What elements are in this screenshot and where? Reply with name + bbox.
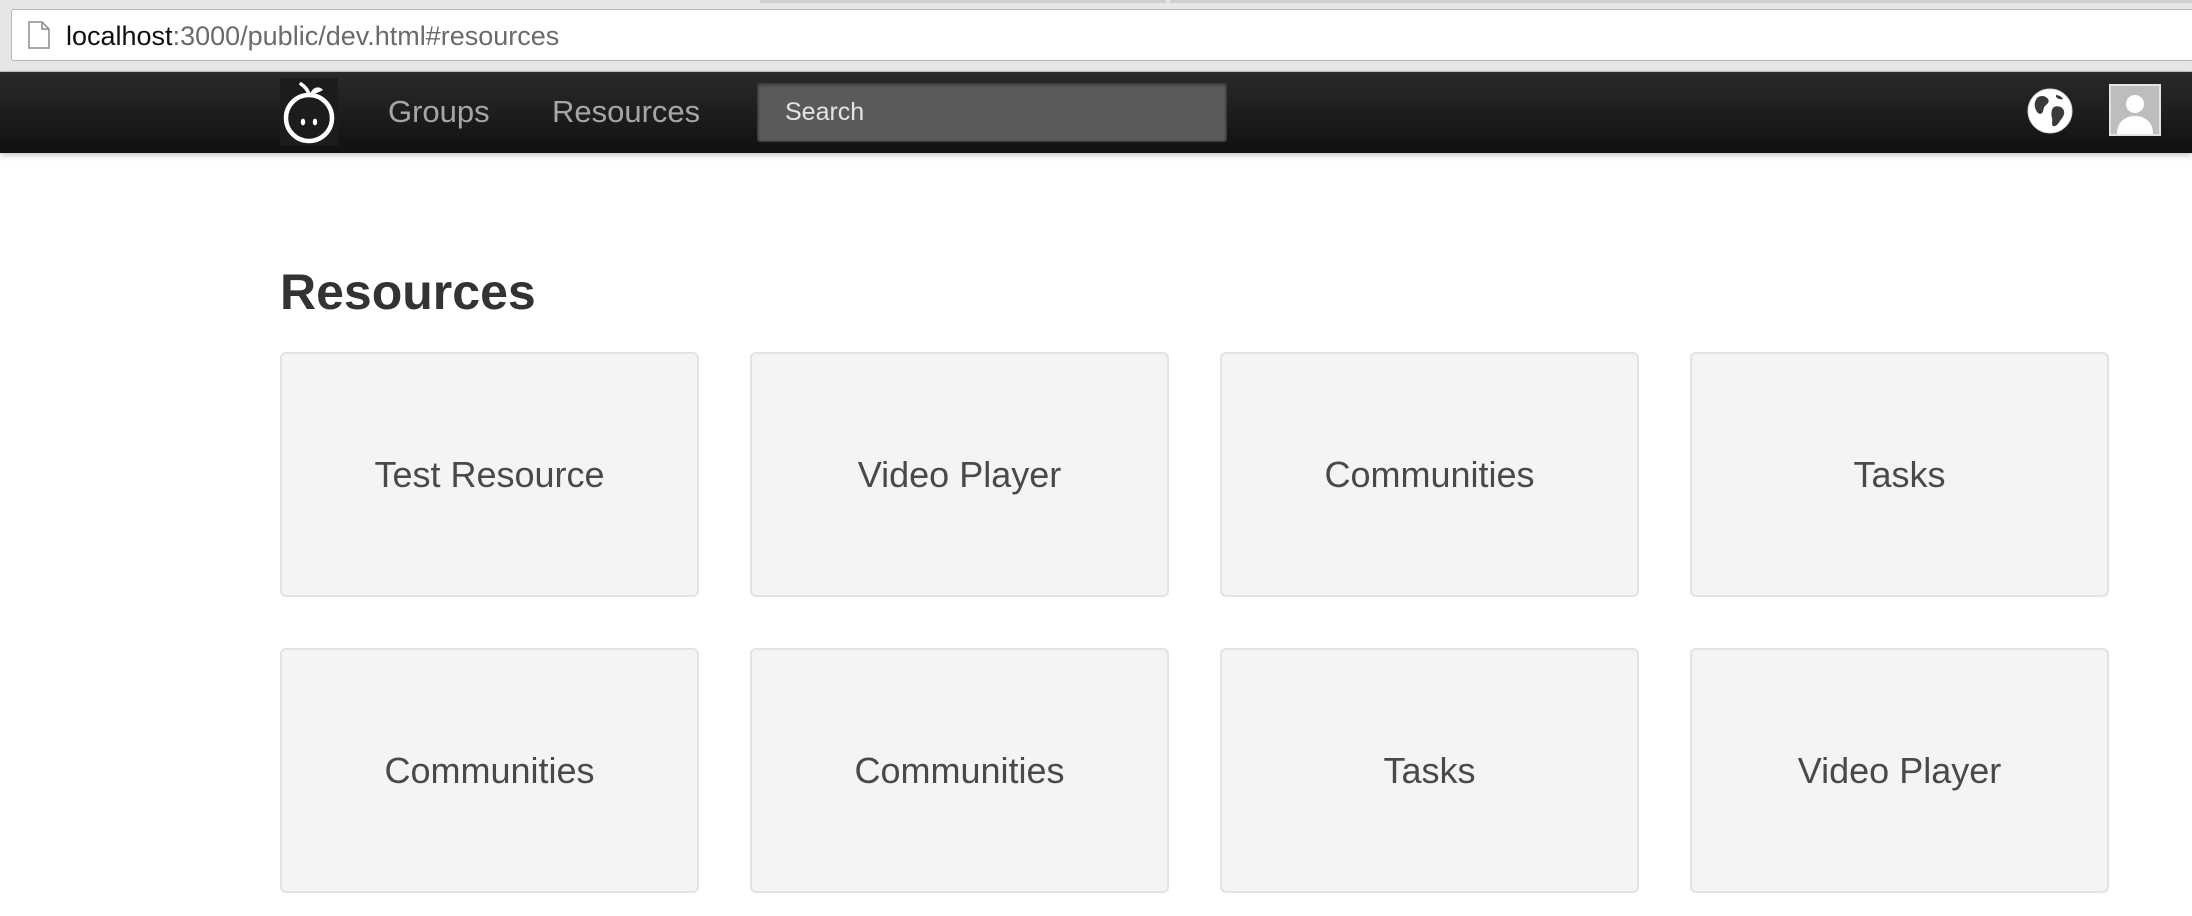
resource-card[interactable]: Communities [280,648,699,893]
top-navbar: Groups Resources [0,72,2192,153]
url-text[interactable]: localhost:3000/public/dev.html#resources [66,20,559,52]
address-bar[interactable]: localhost:3000/public/dev.html#resources [11,9,2192,61]
resource-card[interactable]: Tasks [1220,648,1639,893]
resource-card-label: Video Player [857,453,1062,495]
tab-edge [760,0,1166,3]
resource-card-label: Test Resource [374,453,605,495]
nav-link-groups[interactable]: Groups [388,94,490,130]
resource-card-label: Communities [384,749,595,791]
resource-card-label: Communities [854,749,1065,791]
url-host: localhost [66,21,173,51]
resource-card[interactable]: Tasks [1690,352,2109,597]
resource-card[interactable]: Communities [1220,352,1639,597]
nav-link-resources[interactable]: Resources [552,94,700,130]
resource-card-label: Tasks [1383,749,1476,791]
document-icon [28,21,50,49]
resource-card-label: Tasks [1853,453,1946,495]
page-title: Resources [280,264,536,320]
user-avatar-icon[interactable] [2109,84,2161,136]
globe-icon[interactable] [2026,87,2074,135]
url-path: :3000/public/dev.html#resources [172,21,560,51]
resource-card[interactable]: Test Resource [280,352,699,597]
apple-face-logo-icon [283,82,335,144]
resource-card-label: Communities [1324,453,1535,495]
tab-edge [1170,0,2192,3]
resource-card[interactable]: Video Player [1690,648,2109,893]
home-logo[interactable] [280,78,338,146]
resource-card[interactable]: Communities [750,648,1169,893]
resource-card-label: Video Player [1797,749,2002,791]
browser-toolbar: localhost:3000/public/dev.html#resources [0,0,2192,72]
resource-card[interactable]: Video Player [750,352,1169,597]
search-input[interactable] [757,83,1227,142]
